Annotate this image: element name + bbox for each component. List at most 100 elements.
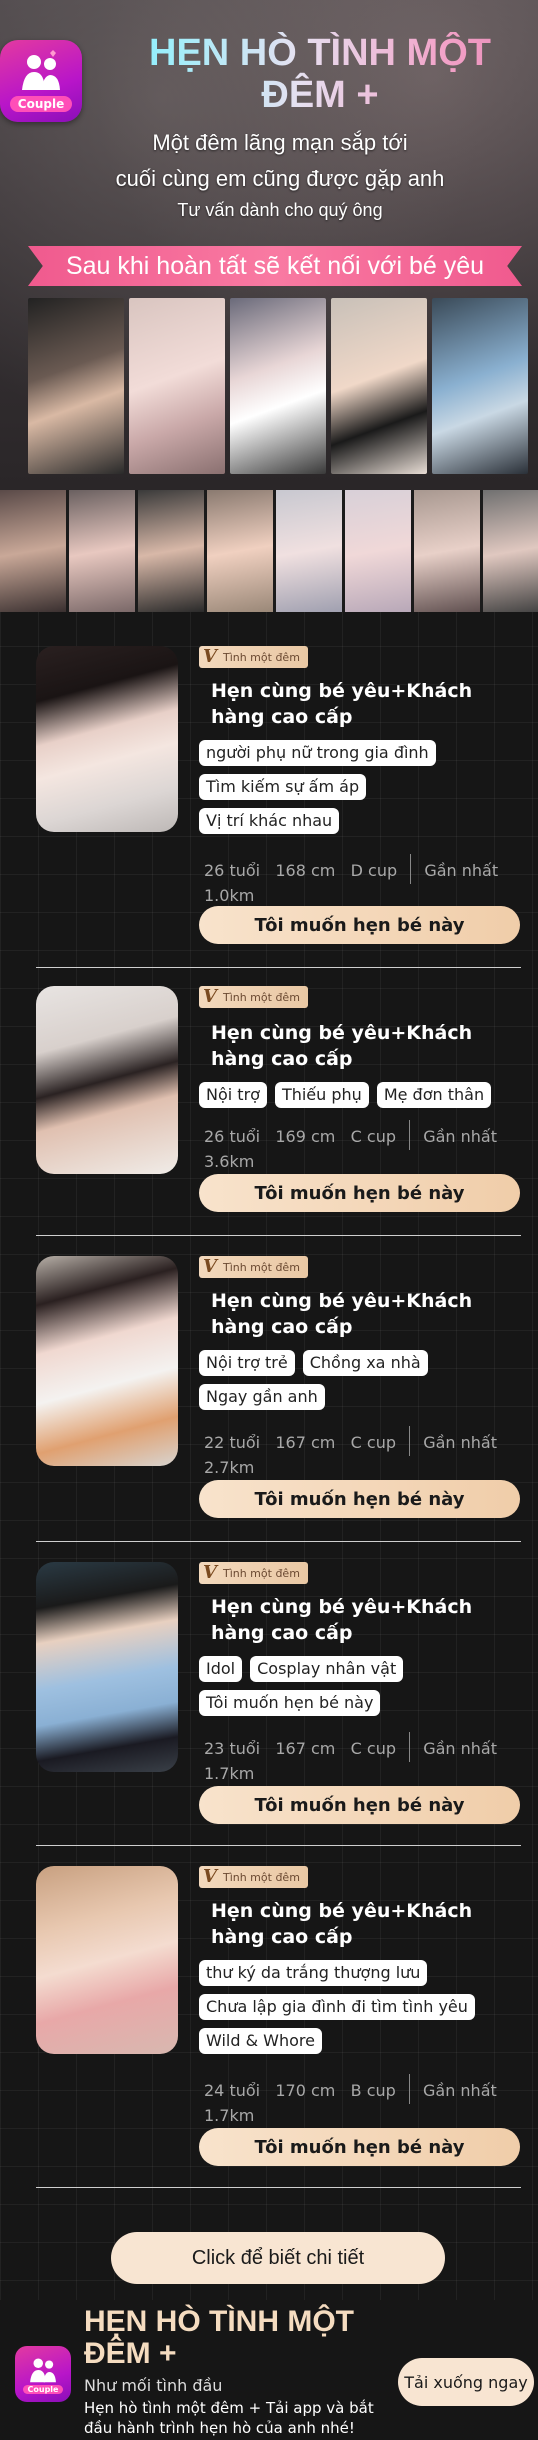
v-badge-icon: V — [203, 1256, 217, 1277]
v-badge-icon: V — [203, 646, 217, 667]
category-tag: V Tình một đêm — [199, 986, 308, 1008]
category-tag-label: Tình một đêm — [222, 650, 300, 664]
tag-chip: Chưa lập gia đình đi tìm tình yêu — [199, 1994, 475, 2020]
thumbnail[interactable] — [138, 490, 204, 612]
hero-line-3: Tư vấn dành cho quý ông — [177, 200, 383, 220]
footer-app-logo: Couple — [15, 2346, 71, 2402]
profile-card: V Tình một đêm Hẹn cùng bé yêu+Khách hàng… — [36, 646, 521, 968]
featured-photo[interactable] — [432, 298, 528, 474]
profile-stats: 26 tuổi 169 cm C cup Gần nhất 3.6km — [204, 1120, 514, 1173]
thumbnail[interactable] — [483, 490, 538, 612]
download-button[interactable]: Tải xuống ngay — [398, 2358, 534, 2406]
tag-chip: người phụ nữ trong gia đình — [199, 740, 436, 766]
hero-line-2: cuối cùng em cũng được gặp anh — [115, 166, 445, 191]
featured-photo[interactable] — [28, 298, 124, 474]
thumbnail[interactable] — [345, 490, 411, 612]
tag-chip: Idol — [199, 1656, 243, 1682]
profile-photo[interactable] — [36, 1562, 178, 1772]
details-button[interactable]: Click để biết chi tiết — [111, 2232, 445, 2284]
tag-chips: Nội trợ trẻ Chồng xa nhà Ngay gần anh — [199, 1350, 519, 1418]
category-tag-label: Tình một đêm — [222, 1566, 300, 1580]
v-badge-icon: V — [203, 1866, 217, 1887]
category-tag-label: Tình một đêm — [222, 990, 300, 1004]
featured-photo[interactable] — [129, 298, 225, 474]
app-logo-label: Couple — [9, 96, 73, 112]
tag-chip: Chồng xa nhà — [302, 1350, 428, 1376]
card-title: Hẹn cùng bé yêu+Khách hàng cao cấp — [211, 680, 473, 728]
age: 26 tuổi — [204, 1127, 261, 1146]
thumbnail[interactable] — [207, 490, 273, 612]
thumbnail[interactable] — [69, 490, 135, 612]
tag-chip: Thiếu phụ — [274, 1082, 369, 1108]
category-tag: V Tình một đêm — [199, 1866, 308, 1888]
book-date-button[interactable]: Tôi muốn hẹn bé này — [199, 1480, 520, 1518]
tag-chip: Wild & Whore — [199, 2028, 322, 2054]
book-date-button[interactable]: Tôi muốn hẹn bé này — [199, 2128, 520, 2166]
stat-divider — [408, 2074, 410, 2104]
card-title: Hẹn cùng bé yêu+Khách hàng cao cấp — [211, 1022, 473, 1070]
featured-photo[interactable] — [230, 298, 326, 474]
height: 170 cm — [275, 2081, 336, 2100]
category-tag: V Tình một đêm — [199, 646, 308, 668]
card-title: Hẹn cùng bé yêu+Khách hàng cao cấp — [211, 1290, 473, 1338]
profile-stats: 22 tuổi 167 cm C cup Gần nhất 2.7km — [204, 1426, 514, 1479]
hero-section: Couple HẸN HÒ TÌNH MỘT ĐÊM + Một đêm lãn… — [0, 0, 538, 490]
cup-size: D cup — [350, 861, 398, 880]
book-date-button[interactable]: Tôi muốn hẹn bé này — [199, 1786, 520, 1824]
age: 26 tuổi — [204, 861, 261, 880]
thumbnail[interactable] — [0, 490, 66, 612]
tag-chip: Nội trợ — [199, 1082, 267, 1108]
height: 167 cm — [275, 1433, 336, 1452]
book-date-button[interactable]: Tôi muốn hẹn bé này — [199, 1174, 520, 1212]
height: 169 cm — [275, 1127, 336, 1146]
app-logo: Couple — [0, 40, 82, 122]
tag-chip: Nội trợ trẻ — [199, 1350, 295, 1376]
category-tag: V Tình một đêm — [199, 1562, 308, 1584]
stat-divider — [410, 854, 412, 884]
hero-title: HẸN HÒ TÌNH MỘT ĐÊM + — [110, 32, 530, 116]
tag-chip: Cosplay nhân vật — [250, 1656, 404, 1682]
profile-photo[interactable] — [36, 646, 178, 832]
tag-chip: Tìm kiếm sự ấm áp — [199, 774, 367, 800]
cup-size: C cup — [350, 1127, 396, 1146]
hero-line-1: Một đêm lãng mạn sắp tới — [152, 130, 408, 155]
height: 168 cm — [275, 861, 336, 880]
featured-photos — [28, 298, 528, 474]
age: 24 tuổi — [204, 2081, 261, 2100]
tag-chips: thư ký da trắng thượng lưu Chưa lập gia … — [199, 1960, 519, 2062]
profile-photo[interactable] — [36, 986, 178, 1174]
profile-card: V Tình một đêm Hẹn cùng bé yêu+Khách hàng… — [36, 1562, 521, 1846]
thumbnail[interactable] — [414, 490, 480, 612]
cup-size: C cup — [350, 1433, 396, 1452]
book-date-button[interactable]: Tôi muốn hẹn bé này — [199, 906, 520, 944]
footer-description: Hẹn hò tình một đêm + Tải app và bắt đầu… — [84, 2399, 374, 2437]
age: 23 tuổi — [204, 1739, 261, 1758]
tag-chip: Vị trí khác nhau — [199, 808, 340, 834]
tag-chips: người phụ nữ trong gia đình Tìm kiếm sự … — [199, 740, 519, 842]
height: 167 cm — [275, 1739, 336, 1758]
category-tag-label: Tình một đêm — [222, 1870, 300, 1884]
profile-card: V Tình một đêm Hẹn cùng bé yêu+Khách hàng… — [36, 1866, 521, 2188]
connect-banner: Sau khi hoàn tất sẽ kết nối với bé yêu — [28, 246, 522, 286]
v-badge-icon: V — [203, 986, 217, 1007]
tag-chip: Tôi muốn hẹn bé này — [199, 1690, 381, 1716]
tag-chips: Idol Cosplay nhân vật Tôi muốn hẹn bé này — [199, 1656, 519, 1724]
profile-card: V Tình một đêm Hẹn cùng bé yêu+Khách hàng… — [36, 986, 521, 1236]
card-title: Hẹn cùng bé yêu+Khách hàng cao cấp — [211, 1900, 473, 1948]
stat-divider — [409, 1732, 411, 1762]
couple-icon — [30, 2357, 56, 2382]
thumbnail[interactable] — [276, 490, 342, 612]
featured-photo[interactable] — [331, 298, 427, 474]
tag-chips: Nội trợ Thiếu phụ Mẹ đơn thân — [199, 1082, 519, 1116]
tag-chip: Mẹ đơn thân — [376, 1082, 492, 1108]
stat-divider — [409, 1120, 411, 1150]
cup-size: C cup — [350, 1739, 396, 1758]
profile-photo[interactable] — [36, 1256, 178, 1466]
profile-stats: 26 tuổi 168 cm D cup Gần nhất 1.0km — [204, 854, 514, 907]
profile-photo[interactable] — [36, 1866, 178, 2054]
profile-card: V Tình một đêm Hẹn cùng bé yêu+Khách hàng… — [36, 1256, 521, 1542]
app-download-footer: Couple HẸN HÒ TÌNH MỘT ĐÊM + Như mối tìn… — [0, 2300, 538, 2440]
category-tag-label: Tình một đêm — [222, 1260, 300, 1274]
tag-chip: Ngay gần anh — [199, 1384, 325, 1410]
thumbnail-strip — [0, 490, 538, 612]
